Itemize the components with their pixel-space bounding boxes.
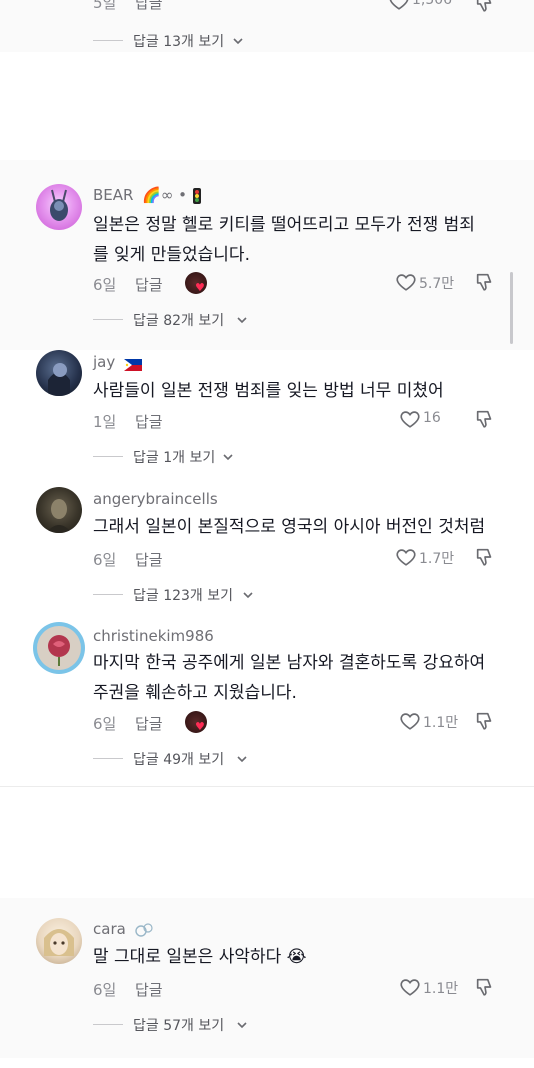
like-count: 1.7만 xyxy=(419,551,455,567)
user-badges: 🌈∞ • xyxy=(142,186,188,204)
traffic-light-icon xyxy=(192,187,201,204)
comment-text: 사람들이 일본 전쟁 범죄를 잊는 방법 너무 미쳤어 xyxy=(93,376,513,406)
comment-line: 사람들이 일본 전쟁 범죄를 잊는 방법 너무 미쳤어 xyxy=(93,381,444,401)
comment-text: 일본은 정말 헬로 키티를 떨어뜨리고 모두가 전쟁 범죄 를 잊게 만들었습니… xyxy=(93,210,513,270)
comment-line: 말 그대로 일본은 사악하다 😭 xyxy=(93,947,307,967)
thumbs-down-icon[interactable] xyxy=(474,271,496,293)
scrollbar[interactable] xyxy=(510,272,513,344)
like-count: 16 xyxy=(423,410,441,426)
reply-button[interactable]: 답글 xyxy=(135,713,163,734)
comment-date: 6일 xyxy=(93,276,117,294)
heart-outline-icon xyxy=(396,549,416,566)
view-replies-label: 답글 123개 보기 xyxy=(133,588,234,604)
like-count: 5.7만 xyxy=(419,276,455,292)
view-replies-label: 답글 82개 보기 xyxy=(133,313,225,329)
like-count: 1,506 xyxy=(412,0,453,8)
chevron-down-icon xyxy=(223,454,233,461)
reply-button[interactable]: 답글 xyxy=(135,274,163,295)
divider-line xyxy=(93,456,123,457)
view-replies-label: 답글 13개 보기 xyxy=(133,34,225,50)
heart-outline-icon xyxy=(400,713,420,730)
like-count: 1.1만 xyxy=(423,715,459,731)
comment-line: 일본은 정말 헬로 키티를 떨어뜨리고 모두가 전쟁 범죄 xyxy=(93,215,475,235)
comment-date: 6일 xyxy=(93,981,117,999)
heart-outline-icon xyxy=(400,979,420,996)
username[interactable]: BEAR 🌈∞ • xyxy=(93,186,202,204)
view-replies-label: 답글 49개 보기 xyxy=(133,752,225,768)
username-text: christinekim986 xyxy=(93,627,214,645)
divider-line xyxy=(93,1024,123,1025)
creator-liked-badge: ♥ xyxy=(185,711,207,733)
thumbs-down-icon[interactable] xyxy=(474,546,496,568)
chevron-down-icon xyxy=(243,592,253,599)
thumbs-down-icon[interactable] xyxy=(474,0,496,14)
avatar[interactable] xyxy=(36,918,82,964)
username-text: jay xyxy=(93,353,116,371)
username[interactable]: angerybraincells xyxy=(93,490,218,508)
chevron-down-icon xyxy=(237,1022,247,1029)
divider-line xyxy=(93,319,123,320)
chevron-down-icon xyxy=(237,317,247,324)
heart-outline-icon xyxy=(400,411,420,428)
reply-button[interactable]: 답글 xyxy=(135,0,163,13)
avatar[interactable] xyxy=(36,184,82,230)
view-replies-label: 답글 57개 보기 xyxy=(133,1018,225,1034)
thumbs-down-icon[interactable] xyxy=(474,408,496,430)
band-divider xyxy=(0,786,534,787)
comment-line: 를 잊게 만들었습니다. xyxy=(93,245,250,265)
thumbs-down-icon[interactable] xyxy=(474,976,496,998)
heart-outline-icon xyxy=(389,0,409,10)
username[interactable]: cara xyxy=(93,920,156,938)
chevron-down-icon xyxy=(237,756,247,763)
comment-date: 6일 xyxy=(93,715,117,733)
divider-line xyxy=(93,594,123,595)
username[interactable]: jay xyxy=(93,353,143,371)
username-text: angerybraincells xyxy=(93,490,218,508)
comment-line: 그래서 일본이 본질적으로 영국의 아시아 버전인 것처럼 xyxy=(93,517,486,537)
avatar[interactable] xyxy=(36,350,82,396)
username-text: BEAR xyxy=(93,186,134,204)
comment-date: 5일 xyxy=(93,0,117,12)
comment-line: 마지막 한국 공주에게 일본 남자와 결혼하도록 강요하여 xyxy=(93,653,486,673)
philippines-flag-icon xyxy=(124,357,143,371)
divider-line xyxy=(93,40,123,41)
username[interactable]: christinekim986 xyxy=(93,627,214,645)
view-replies-label: 답글 1개 보기 xyxy=(133,450,216,466)
avatar-figure-icon xyxy=(46,499,72,533)
avatar[interactable] xyxy=(33,622,85,674)
reply-button[interactable]: 답글 xyxy=(135,549,163,570)
divider-line xyxy=(93,758,123,759)
thumbs-down-icon[interactable] xyxy=(474,710,496,732)
comment-date: 1일 xyxy=(93,413,117,431)
comment-line: 주권을 훼손하고 지웠습니다. xyxy=(93,683,297,703)
chevron-down-icon xyxy=(233,38,243,45)
heart-outline-icon xyxy=(396,274,416,291)
reply-button[interactable]: 답글 xyxy=(135,979,163,1000)
rose-icon xyxy=(48,635,70,666)
avatar-figure-icon xyxy=(48,363,70,396)
avatar[interactable] xyxy=(36,487,82,533)
comment-date: 6일 xyxy=(93,551,117,569)
comment-text: 말 그대로 일본은 사악하다 😭 xyxy=(93,942,513,972)
ring-badge-icon xyxy=(134,922,153,937)
avatar-figure-icon xyxy=(50,189,68,221)
top-partial-band xyxy=(0,0,534,52)
avatar-figure-icon xyxy=(44,929,74,956)
heart-icon: ♥ xyxy=(195,281,205,294)
username-text: cara xyxy=(93,920,126,938)
reply-button[interactable]: 답글 xyxy=(135,411,163,432)
comment-text: 그래서 일본이 본질적으로 영국의 아시아 버전인 것처럼 xyxy=(93,512,513,542)
heart-icon: ♥ xyxy=(195,720,205,733)
avatar-inner xyxy=(37,626,81,670)
like-count: 1.1만 xyxy=(423,981,459,997)
comment-text: 마지막 한국 공주에게 일본 남자와 결혼하도록 강요하여 주권을 훼손하고 지… xyxy=(93,648,513,708)
creator-liked-badge: ♥ xyxy=(185,272,207,294)
